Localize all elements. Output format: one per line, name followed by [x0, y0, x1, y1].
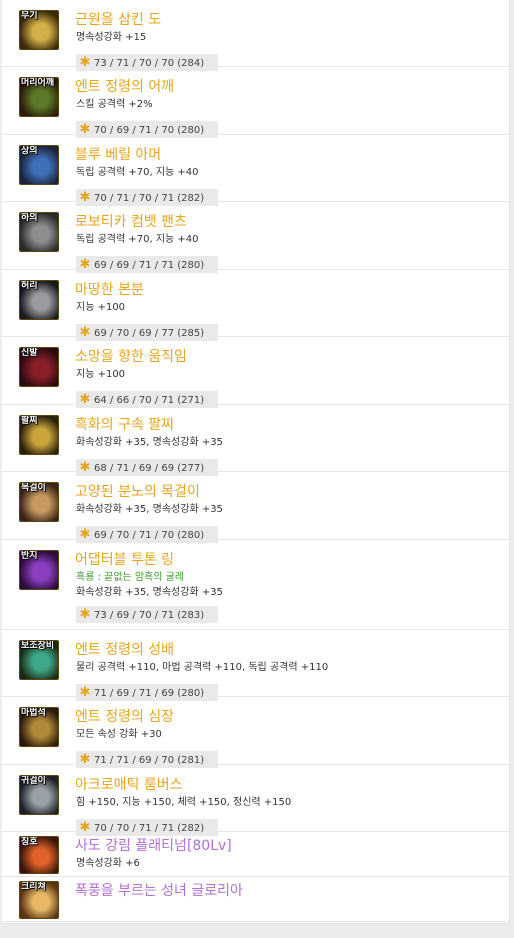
growth-stats: ✱ 73 / 69 / 70 / 71 (283): [76, 606, 218, 623]
item-name[interactable]: 사도 강림 플래티넘[80Lv]: [75, 837, 232, 855]
equipment-item[interactable]: 반지 어댑터블 투톤 링흑룡 : 끝없는 암흑의 굴레화속성강화 +35, 명속성…: [2, 540, 509, 630]
equipment-item[interactable]: 팔찌 흑화의 구속 팔찌 화속성강화 +35, 명속성강화 +35 ✱ 68 / 71 …: [2, 405, 509, 476]
ring-icon[interactable]: 반지: [19, 550, 59, 590]
slot-label: 상의: [21, 146, 38, 156]
slot-label: 허리: [21, 281, 38, 291]
equipment-item[interactable]: 칭호 사도 강림 플래티넘[80Lv] 명속성강화 +6: [2, 832, 509, 877]
slot-label: 팔찌: [21, 416, 38, 426]
shoulder-icon[interactable]: 머리어깨: [19, 77, 59, 117]
option-line: 모든 속성 강화 +30: [76, 729, 162, 740]
item-name[interactable]: 엔트 정령의 심장: [75, 708, 174, 726]
equipment-panel: 무기 근원을 삼킨 도 명속성강화 +15 ✱ 73 / 71 / 70 / 70 (2…: [2, 0, 510, 924]
equipment-item[interactable]: 상의 블루 베릴 아머 독립 공격력 +70, 지능 +40 ✱ 70 / 71 / 7…: [2, 135, 509, 206]
equipment-item[interactable]: 머리어깨 엔트 정령의 어깨 스킬 공격력 +2% ✱ 70 / 69 / 71 / 7…: [2, 67, 509, 138]
pants-icon[interactable]: 하의: [19, 212, 59, 252]
item-name[interactable]: 근원을 삼킨 도: [75, 11, 161, 29]
slot-label: 신발: [21, 348, 38, 358]
option-line: 명속성강화 +15: [76, 32, 147, 43]
growth-stats-text: 73 / 69 / 70 / 71 (283): [94, 610, 205, 621]
item-name[interactable]: 아크로매틱 룸버스: [75, 776, 183, 794]
equipment-item[interactable]: 귀걸이 아크로매틱 룸버스힘 +150, 지능 +150, 체력 +150, 정신…: [2, 765, 509, 836]
slot-label: 반지: [21, 551, 38, 561]
slot-label: 머리어깨: [21, 78, 55, 88]
option-line: 화속성강화 +35, 명속성강화 +35: [76, 587, 223, 598]
necklace-icon[interactable]: 목걸이: [19, 482, 59, 522]
item-name[interactable]: 로보티카 컴뱃 팬츠: [75, 213, 187, 231]
bracelet-icon[interactable]: 팔찌: [19, 415, 59, 455]
slot-label: 목걸이: [21, 483, 46, 493]
option-line: 힘 +150, 지능 +150, 체력 +150, 정신력 +150: [76, 797, 292, 808]
earring-icon[interactable]: 귀걸이: [19, 775, 59, 815]
slot-label: 마법석: [21, 708, 46, 718]
slot-label: 하의: [21, 213, 38, 223]
option-line: 독립 공격력 +70, 지능 +40: [76, 167, 199, 178]
star-icon: ✱: [79, 607, 91, 622]
option-line: 화속성강화 +35, 명속성강화 +35: [76, 437, 223, 448]
item-name[interactable]: 폭풍을 부르는 성녀 글로리아: [75, 882, 243, 900]
item-name[interactable]: 어댑터블 투톤 링: [75, 551, 174, 569]
item-name[interactable]: 흑화의 구속 팔찌: [75, 416, 174, 434]
option-line: 물리 공격력 +110, 마법 공격력 +110, 독립 공격력 +110: [76, 662, 329, 673]
slot-label: 크리쳐: [21, 882, 46, 892]
option-line: 지능 +100: [76, 302, 126, 313]
slot-label: 무기: [21, 11, 38, 21]
item-name[interactable]: 소망을 향한 움직임: [75, 348, 187, 366]
option-line: 스킬 공격력 +2%: [76, 99, 153, 110]
magic-stone-icon[interactable]: 마법석: [19, 707, 59, 747]
item-name[interactable]: 엔트 정령의 어깨: [75, 78, 174, 96]
slot-label: 귀걸이: [21, 776, 46, 786]
creature-icon[interactable]: 크리쳐: [19, 881, 59, 919]
equipment-item[interactable]: 크리쳐 폭풍을 부르는 성녀 글로리아: [2, 877, 509, 922]
grail-icon[interactable]: 보조장비: [19, 640, 59, 680]
weapon-icon[interactable]: 무기: [19, 10, 59, 50]
item-name[interactable]: 블루 베릴 아머: [75, 146, 161, 164]
option-line: 지능 +100: [76, 369, 126, 380]
equipment-item[interactable]: 목걸이 고양된 분노의 목걸이 화속성강화 +35, 명속성강화 +35 ✱ 69 / …: [2, 472, 509, 543]
option-line: 독립 공격력 +70, 지능 +40: [76, 234, 199, 245]
equipment-item[interactable]: 허리 마땅한 본분 지능 +100 ✱ 69 / 70 / 69 / 77 (285): [2, 270, 509, 341]
option-line: 화속성강화 +35, 명속성강화 +35: [76, 504, 223, 515]
equipment-item[interactable]: 마법석 엔트 정령의 심장 모든 속성 강화 +30 ✱ 71 / 71 / 69 / …: [2, 697, 509, 768]
belt-icon[interactable]: 허리: [19, 280, 59, 320]
top-armor-icon[interactable]: 상의: [19, 145, 59, 185]
option-line: 명속성강화 +6: [76, 858, 140, 869]
item-name[interactable]: 엔트 정령의 성배: [75, 641, 174, 659]
equipment-item[interactable]: 하의 로보티카 컴뱃 팬츠 독립 공격력 +70, 지능 +40 ✱ 69 / 69 /…: [2, 202, 509, 273]
slot-label: 칭호: [21, 837, 38, 847]
equipment-item[interactable]: 무기 근원을 삼킨 도 명속성강화 +15 ✱ 73 / 71 / 70 / 70 (2…: [2, 0, 509, 71]
item-name[interactable]: 마땅한 본분: [75, 281, 144, 299]
slot-label: 보조장비: [21, 641, 55, 651]
equipment-item[interactable]: 신발 소망을 향한 움직임 지능 +100 ✱ 64 / 66 / 70 / 71 (2…: [2, 337, 509, 408]
equipment-item[interactable]: 보조장비 엔트 정령의 성배물리 공격력 +110, 마법 공격력 +110, 독…: [2, 630, 509, 701]
item-name[interactable]: 고양된 분노의 목걸이: [75, 483, 200, 501]
shoes-icon[interactable]: 신발: [19, 347, 59, 387]
title-icon[interactable]: 칭호: [19, 836, 59, 874]
set-effect-line: 흑룡 : 끝없는 암흑의 굴레: [76, 572, 185, 583]
